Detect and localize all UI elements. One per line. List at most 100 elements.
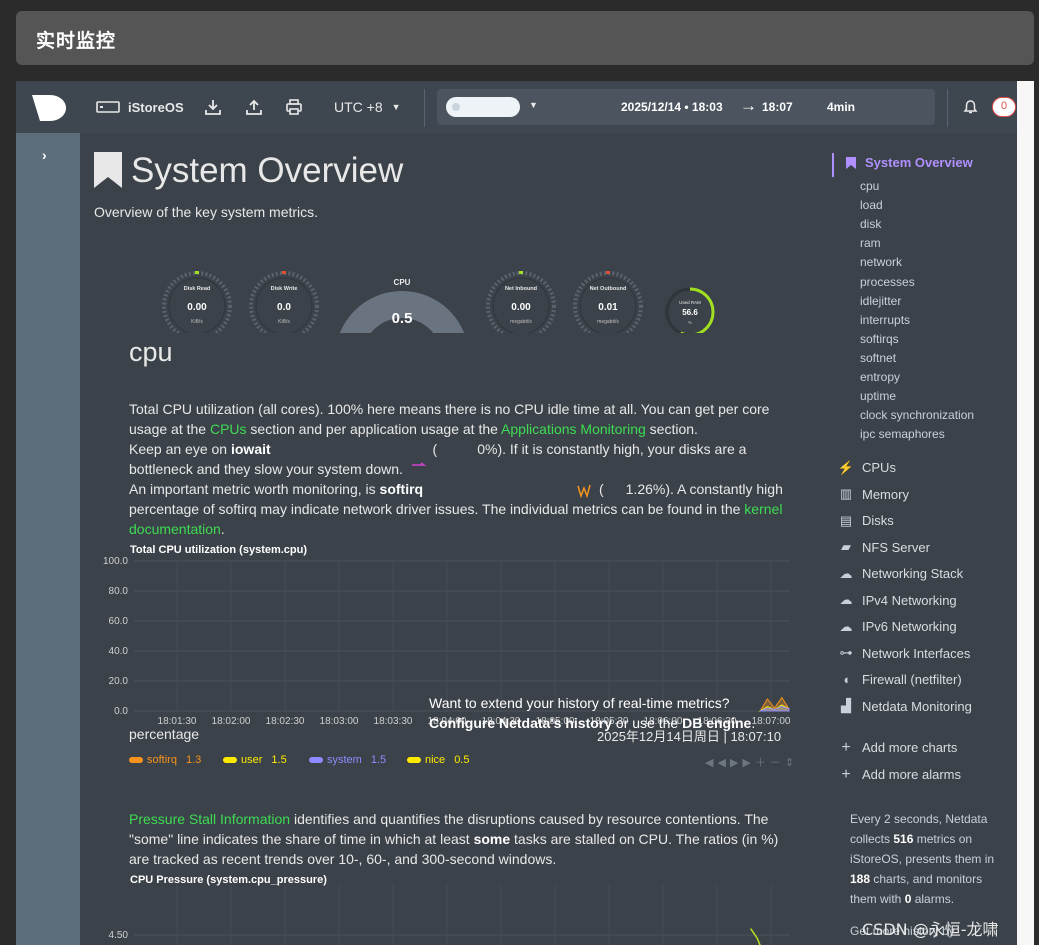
sidebar-item-ipv4-networking[interactable]: ☁ IPv4 Networking — [838, 592, 957, 608]
sidebar-subitem-network[interactable]: network — [860, 255, 902, 269]
sidebar-item-label: Network Interfaces — [862, 645, 971, 661]
netdata-logo-icon[interactable] — [32, 95, 66, 121]
left-rail: › — [16, 133, 80, 945]
bar-chart-icon: ▟ — [841, 698, 851, 713]
net-outbound-gauge-value: 0.01 — [598, 302, 618, 313]
playing-toggle[interactable]: Playing — [446, 97, 520, 117]
chart-units: percentage — [129, 726, 200, 742]
playing-label: Playing — [468, 100, 505, 112]
folder-icon: ▰ — [841, 539, 851, 554]
sidebar-item-memory[interactable]: ▥ Memory — [838, 486, 909, 502]
sidebar-item-ipv6-networking[interactable]: ☁ IPv6 Networking — [838, 619, 957, 635]
time-range-picker[interactable]: Playing ▼ 2025/12/14 • 18:03 → 18:07 4mi… — [437, 89, 935, 125]
legend-name: softirq — [147, 754, 177, 766]
pressure-description: Pressure Stall Information identifies an… — [129, 809, 789, 869]
legend-item-user[interactable]: user 1.5 — [223, 754, 287, 766]
disk-read-gauge-marker — [195, 271, 199, 274]
text: ( — [595, 481, 604, 497]
legend-item-system[interactable]: system 1.5 — [309, 754, 386, 766]
sidebar-item-networking-stack[interactable]: ☁ Networking Stack — [838, 566, 964, 582]
pressure-chart[interactable]: 4.504.003.50 — [80, 885, 822, 945]
scrollbar-track[interactable] — [1017, 81, 1034, 945]
legend-value: 1.5 — [370, 754, 387, 766]
legend-name: nice — [425, 754, 446, 766]
sidebar-item-network-interfaces[interactable]: ⊶ Network Interfaces — [838, 645, 971, 661]
timezone-label: UTC +8 — [334, 99, 383, 115]
legend-value: 0.5 — [454, 754, 470, 766]
link-applications-monitoring[interactable]: Applications Monitoring — [501, 421, 646, 437]
net-inbound-gauge-marker — [519, 271, 523, 274]
watermark: CSDN @永恒-龙啸 — [862, 920, 999, 939]
resize-icon[interactable]: ⇕ — [785, 757, 798, 769]
sidebar-subitem-softnet[interactable]: softnet — [860, 351, 896, 365]
link-pressure-stall[interactable]: Pressure Stall Information — [129, 811, 290, 827]
sidebar-subitem-uptime[interactable]: uptime — [860, 389, 896, 403]
sidebar-subitem-entropy[interactable]: entropy — [860, 370, 900, 384]
disk-icon: ▤ — [839, 512, 853, 528]
sidebar-subitem-softirqs[interactable]: softirqs — [860, 332, 899, 346]
sitemap-icon: ⊶ — [839, 645, 853, 660]
y-tick-label: 20.0 — [109, 676, 129, 687]
link-configure-history[interactable]: Configure Netdata's history — [429, 715, 612, 731]
host-selector[interactable]: iStoreOS — [96, 95, 184, 119]
sidebar-item-system-overview[interactable]: System Overview — [846, 155, 973, 170]
legend-item-softirq[interactable]: softirq 1.3 — [129, 754, 201, 766]
sidebar-subitem-clock-synchronization[interactable]: clock synchronization — [860, 408, 974, 422]
sidebar-subitem-disk[interactable]: disk — [860, 217, 881, 231]
server-icon — [96, 101, 120, 113]
sidebar-subitem-processes[interactable]: processes — [860, 275, 915, 289]
link-cpus[interactable]: CPUs — [210, 421, 247, 437]
backward-icon[interactable]: ◀◀ — [705, 757, 730, 769]
sparkline-icon — [411, 462, 427, 466]
window-titlebar: 实时监控 — [16, 11, 1034, 65]
text: Keep an eye on — [129, 441, 231, 457]
plus-icon: + — [841, 765, 851, 783]
text: An important metric worth monitoring, is — [129, 481, 380, 497]
sidebar-subitem-ipc-semaphores[interactable]: ipc semaphores — [860, 427, 945, 441]
net-inbound-gauge-unit: megabit/s — [510, 319, 532, 325]
alarm-count-badge[interactable]: 0 — [992, 97, 1016, 117]
text: ( — [428, 441, 438, 457]
disk-write-gauge-label: Disk Write — [271, 286, 298, 292]
sidebar-item-label: Networking Stack — [862, 566, 964, 581]
sidebar-item-label: Disks — [862, 513, 894, 528]
charts-count: 188 — [850, 872, 871, 886]
top-nav: iStoreOS UTC +8 ▼ Playing ▼ 2025/12/14 •… — [16, 81, 1017, 133]
caret-down-icon[interactable]: ▼ — [529, 100, 538, 110]
sidebar-subitem-interrupts[interactable]: interrupts — [860, 313, 910, 327]
timezone-selector[interactable]: UTC +8 ▼ — [334, 95, 401, 119]
zoom-in-icon[interactable]: ＋ — [755, 757, 770, 769]
net-inbound-gauge-label: Net Inbound — [505, 286, 537, 292]
chevron-right-icon[interactable]: › — [42, 147, 47, 163]
sidebar-item-label: Memory — [862, 486, 909, 502]
net-outbound-gauge-unit: megabit/s — [597, 319, 619, 325]
zoom-out-icon[interactable]: － — [770, 757, 785, 769]
export-button[interactable] — [245, 95, 263, 119]
x-tick-label: 18:02:00 — [212, 716, 251, 727]
cloud-icon: ☁ — [839, 592, 853, 607]
legend-item-nice[interactable]: nice 0.5 — [407, 754, 469, 766]
add-more-charts-button[interactable]: + Add more charts — [838, 738, 957, 756]
sidebar-subitem-idlejitter[interactable]: idlejitter — [860, 294, 901, 308]
forward-icon[interactable]: ▶▶ — [730, 757, 755, 769]
caret-down-icon: ▼ — [391, 102, 401, 112]
plus-icon: + — [841, 738, 851, 756]
import-button[interactable] — [204, 95, 222, 119]
ram-gauge-value: 56.6 — [682, 308, 698, 317]
sidebar-item-nfs-server[interactable]: ▰ NFS Server — [838, 539, 930, 555]
notifications-button[interactable] — [963, 95, 978, 119]
sidebar-subitem-cpu[interactable]: cpu — [860, 179, 879, 193]
sidebar-subitem-load[interactable]: load — [860, 198, 883, 212]
legend-swatch — [309, 757, 323, 763]
sidebar-item-netdata-monitoring[interactable]: ▟ Netdata Monitoring — [838, 698, 972, 714]
sidebar-item-firewall-netfilter[interactable]: ◖ Firewall (netfilter) — [838, 672, 962, 687]
bookmark-icon — [846, 156, 856, 169]
sidebar-item-disks[interactable]: ▤ Disks — [838, 512, 894, 529]
y-tick-label: 40.0 — [109, 646, 129, 657]
add-more-alarms-button[interactable]: + Add more alarms — [838, 765, 961, 783]
text: section and per application usage at the — [246, 421, 502, 437]
print-button[interactable] — [285, 95, 303, 119]
sidebar-item-label: Netdata Monitoring — [862, 698, 972, 714]
sidebar-item-cpus[interactable]: ⚡ CPUs — [838, 460, 896, 476]
sidebar-subitem-ram[interactable]: ram — [860, 236, 881, 250]
